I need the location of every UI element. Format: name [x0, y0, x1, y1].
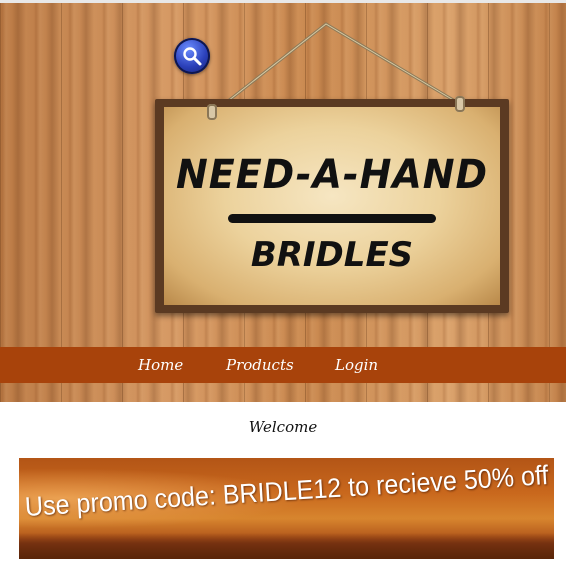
promo-horizon: [19, 533, 554, 559]
sign-peg-right: [455, 96, 465, 112]
main-nav: Home Products Login: [0, 347, 566, 383]
logo-sign: NEED-A-HAND BRIDLES: [155, 99, 509, 313]
logo-title: NEED-A-HAND: [176, 152, 488, 198]
top-border: [0, 0, 566, 3]
promo-banner[interactable]: Use promo code: BRIDLE12 to recieve 50% …: [19, 458, 554, 559]
logo-divider: [228, 214, 436, 223]
welcome-heading: Welcome: [248, 418, 318, 436]
logo-sign-board: NEED-A-HAND BRIDLES: [164, 107, 500, 305]
nav-home-link[interactable]: Home: [138, 347, 183, 383]
search-icon: [183, 47, 202, 66]
nav-products-link[interactable]: Products: [226, 347, 294, 383]
promo-text: Use promo code: BRIDLE12 to recieve 50% …: [24, 458, 554, 522]
page: NEED-A-HAND BRIDLES Home Products Login …: [0, 0, 566, 566]
search-button[interactable]: [174, 38, 210, 74]
logo-subtitle: BRIDLES: [250, 235, 414, 275]
sign-peg-left: [207, 104, 217, 120]
nav-login-link[interactable]: Login: [335, 347, 378, 383]
